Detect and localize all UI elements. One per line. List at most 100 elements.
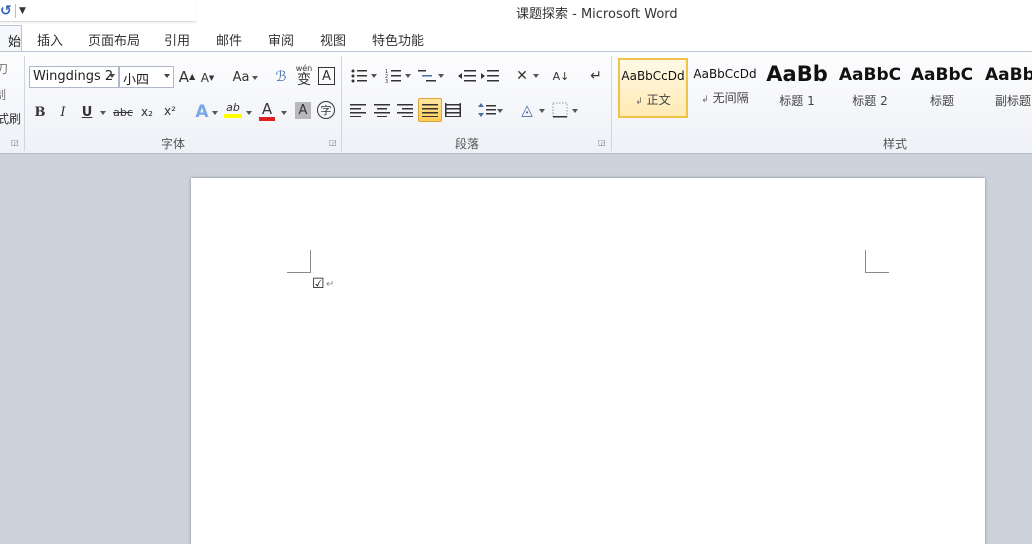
- enclose-characters-icon[interactable]: 字: [317, 101, 335, 119]
- tab-review[interactable]: 审阅: [268, 30, 294, 49]
- multilevel-list-icon[interactable]: [418, 68, 436, 84]
- bold-button[interactable]: B: [33, 104, 47, 120]
- paragraph-group-label: 段落: [455, 137, 480, 151]
- style-sample: AaBbCcDd: [693, 67, 757, 81]
- font-name-combo[interactable]: Wingdings 2: [29, 66, 119, 88]
- text-effects-icon[interactable]: A: [193, 102, 211, 122]
- style-normal[interactable]: AaBbCcDd ↲ 正文: [618, 58, 688, 118]
- superscript-button[interactable]: x²: [162, 103, 178, 119]
- chevron-down-icon[interactable]: [533, 74, 539, 78]
- bullets-icon[interactable]: [351, 68, 367, 84]
- style-name: ↲ 无间隔: [701, 91, 749, 105]
- clipboard-cut[interactable]: 刀: [0, 60, 8, 77]
- tab-view[interactable]: 视图: [320, 30, 346, 49]
- paragraph-launcher-icon[interactable]: ◲: [598, 138, 606, 147]
- borders-icon[interactable]: [552, 102, 568, 118]
- numbering-icon[interactable]: 123: [385, 68, 401, 84]
- distributed-icon[interactable]: [445, 102, 461, 118]
- margin-corner-top-right: [865, 250, 889, 273]
- chevron-down-icon[interactable]: [497, 109, 503, 113]
- tab-insert[interactable]: 插入: [37, 30, 63, 49]
- style-heading-2[interactable]: AaBbC 标题 2: [836, 58, 904, 118]
- tab-mailings[interactable]: 邮件: [216, 30, 242, 49]
- font-group-label: 字体: [161, 137, 186, 151]
- decrease-indent-icon[interactable]: [458, 68, 476, 84]
- style-subtitle[interactable]: AaBb 副标题: [981, 58, 1032, 118]
- style-no-spacing[interactable]: AaBbCcDd ↲ 无间隔: [690, 58, 760, 118]
- clipboard-copy[interactable]: 制: [0, 86, 6, 103]
- clipboard-launcher-icon[interactable]: ◲: [11, 138, 19, 147]
- margin-corner-top-left: [287, 250, 311, 273]
- svg-text:3: 3: [385, 79, 388, 83]
- undo-icon[interactable]: ↺: [0, 3, 12, 19]
- shading-icon[interactable]: ◬: [518, 100, 536, 120]
- window-title: 课题探索 - Microsoft Word: [516, 7, 678, 22]
- chevron-down-icon[interactable]: [246, 111, 252, 115]
- italic-button[interactable]: I: [56, 104, 70, 120]
- paragraph-mark: ↵: [326, 279, 335, 290]
- document-page[interactable]: ☑ ↵: [191, 178, 985, 544]
- line-spacing-icon[interactable]: [478, 102, 496, 118]
- font-launcher-icon[interactable]: ◲: [329, 138, 337, 147]
- show-marks-icon[interactable]: ↵: [589, 67, 603, 85]
- style-heading-1[interactable]: AaBb 标题 1: [763, 58, 831, 118]
- align-left-icon[interactable]: [350, 102, 366, 118]
- tab-special-features[interactable]: 特色功能: [372, 30, 424, 49]
- qat-separator: [15, 3, 16, 18]
- chevron-down-icon[interactable]: [438, 74, 444, 78]
- chevron-down-icon[interactable]: [164, 74, 170, 78]
- style-sample: AaBbC: [910, 65, 974, 85]
- highlight-icon[interactable]: ab: [223, 100, 243, 120]
- style-sample: AaBbC: [838, 65, 902, 85]
- chevron-down-icon[interactable]: [281, 111, 287, 115]
- chevron-down-icon[interactable]: [371, 74, 377, 78]
- style-name: 标题: [929, 94, 954, 108]
- center-icon[interactable]: [374, 102, 390, 118]
- style-name: 标题 1: [779, 94, 815, 108]
- align-right-icon[interactable]: [397, 102, 413, 118]
- style-sample: AaBb: [985, 65, 1032, 85]
- clipboard-format-painter[interactable]: 式刷: [0, 110, 21, 127]
- chevron-down-icon[interactable]: [252, 76, 258, 80]
- font-color-icon[interactable]: A: [258, 100, 276, 122]
- character-border-icon[interactable]: A: [318, 67, 335, 85]
- change-case-icon[interactable]: Aa: [230, 68, 252, 86]
- strikethrough-button[interactable]: abc: [113, 104, 133, 120]
- style-sample: AaBb: [766, 62, 828, 86]
- style-sample: AaBbCcDd: [621, 69, 685, 83]
- tab-references[interactable]: 引用: [164, 30, 190, 49]
- title-bar: ↺ ▼ 课题探索 - Microsoft Word: [0, 0, 1032, 24]
- sort-icon[interactable]: A↓: [552, 67, 570, 85]
- style-name: 副标题: [995, 94, 1032, 108]
- checkbox-symbol[interactable]: ☑: [312, 276, 325, 292]
- font-size-combo[interactable]: 小四: [119, 66, 174, 88]
- chevron-down-icon[interactable]: [212, 111, 218, 115]
- chevron-down-icon[interactable]: [572, 109, 578, 113]
- chevron-down-icon[interactable]: [100, 111, 106, 115]
- style-name: ↲ 正文: [635, 93, 671, 107]
- character-shading-icon[interactable]: A: [295, 102, 311, 119]
- style-title[interactable]: AaBbC 标题: [908, 58, 976, 118]
- tab-page-layout[interactable]: 页面布局: [88, 30, 140, 49]
- chinese-layout-icon[interactable]: ✕: [512, 68, 532, 84]
- group-separator: [24, 56, 25, 151]
- chevron-down-icon[interactable]: [539, 109, 545, 113]
- chevron-down-icon[interactable]: [109, 74, 115, 78]
- subscript-button[interactable]: x₂: [139, 104, 155, 120]
- phonetic-guide-icon[interactable]: wén 变: [295, 64, 313, 88]
- font-size-value: 小四: [123, 73, 150, 88]
- shrink-font-icon[interactable]: A ▼: [200, 70, 215, 86]
- chevron-down-icon[interactable]: [405, 74, 411, 78]
- style-name: 标题 2: [852, 94, 888, 108]
- justify-icon[interactable]: [418, 98, 442, 122]
- tab-home[interactable]: 始: [0, 25, 22, 53]
- ribbon-tabs: 始 插入 页面布局 引用 邮件 审阅 视图 特色功能: [0, 24, 1032, 53]
- clear-format-icon[interactable]: ℬ: [271, 67, 291, 87]
- styles-group-label: 样式: [883, 137, 908, 151]
- group-separator: [611, 56, 612, 151]
- font-name-value: Wingdings 2: [33, 69, 114, 84]
- chevron-down-icon[interactable]: ▼: [19, 6, 26, 16]
- grow-font-icon[interactable]: A ▲: [179, 68, 195, 86]
- underline-button[interactable]: U: [80, 104, 94, 120]
- increase-indent-icon[interactable]: [481, 68, 499, 84]
